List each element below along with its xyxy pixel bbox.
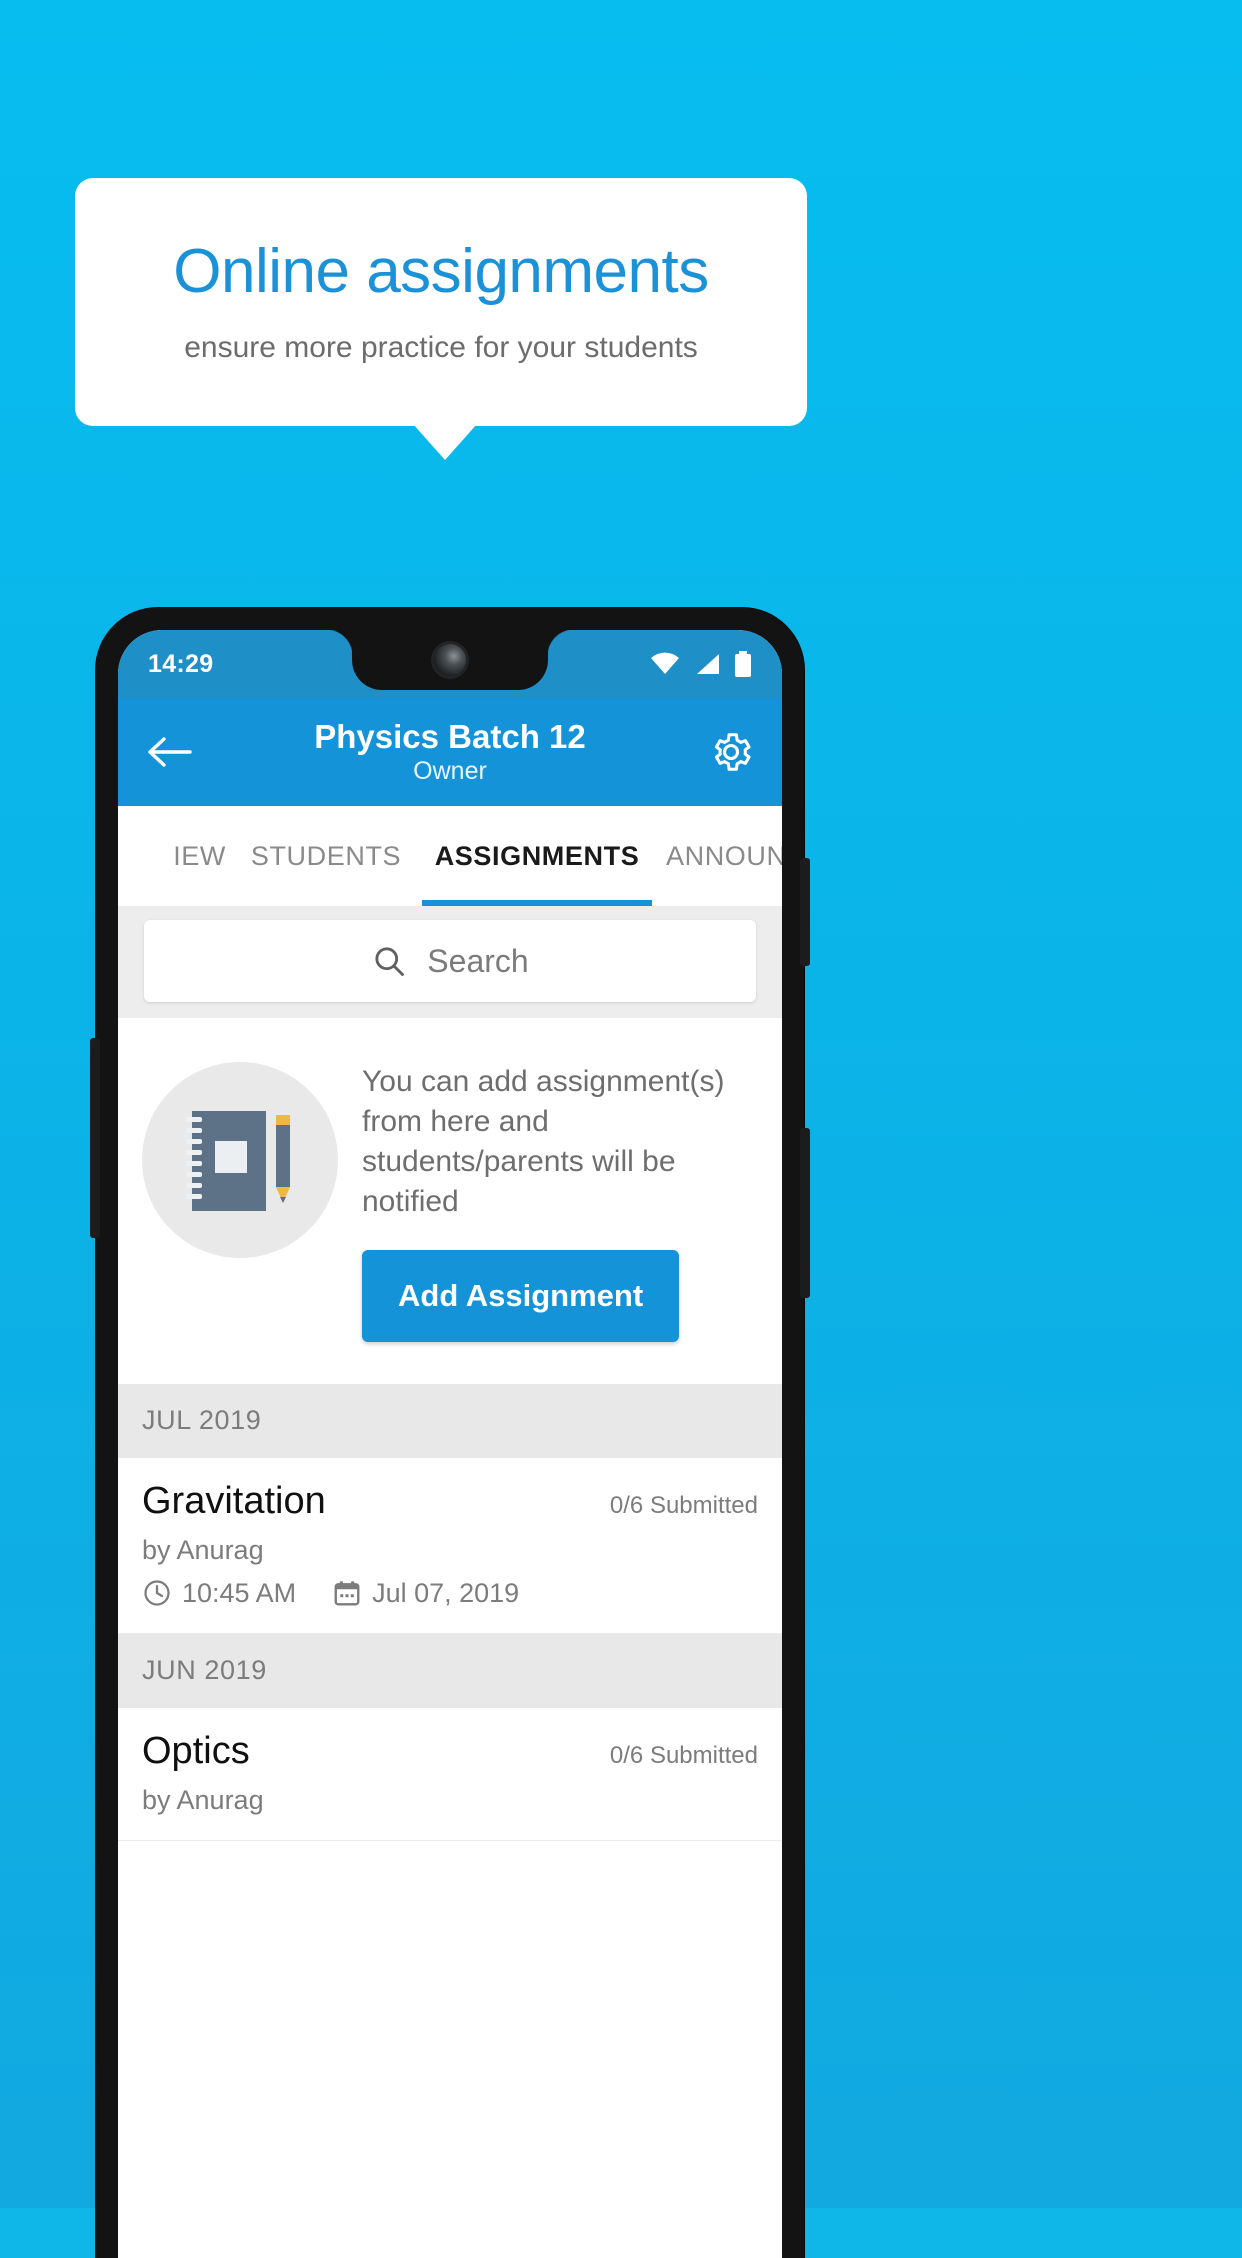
gear-icon xyxy=(708,729,754,775)
assignment-row-header: Optics 0/6 Submitted xyxy=(142,1730,758,1773)
assignment-author: by Anurag xyxy=(142,1784,264,1815)
phone-button-volume xyxy=(800,1128,810,1298)
calendar-icon xyxy=(332,1578,362,1608)
status-icons xyxy=(650,651,752,677)
tab-bar[interactable]: IEW STUDENTS ASSIGNMENTS ANNOUNCEM xyxy=(118,806,782,906)
front-camera xyxy=(434,644,466,676)
month-header-jun: JUN 2019 xyxy=(118,1633,782,1708)
empty-state: You can add assignment(s) from here and … xyxy=(118,1018,782,1384)
phone-notch xyxy=(326,630,574,690)
search-placeholder: Search xyxy=(427,942,529,979)
status-time: 14:29 xyxy=(148,649,214,678)
month-header-jul: JUL 2019 xyxy=(118,1383,782,1458)
assignment-title: Optics xyxy=(142,1729,250,1772)
assignment-date: Jul 07, 2019 xyxy=(372,1577,520,1608)
assignment-row-header: Gravitation 0/6 Submitted xyxy=(142,1480,758,1523)
app-bar-titles: Physics Batch 12 Owner xyxy=(118,718,782,787)
promo-bubble-tail xyxy=(413,424,477,460)
add-assignment-button[interactable]: Add Assignment xyxy=(362,1249,680,1342)
search-section: Search xyxy=(118,906,782,1018)
back-arrow-icon xyxy=(146,734,192,770)
phone-button-power xyxy=(800,858,810,966)
search-icon xyxy=(371,943,407,979)
phone-screen: 14:29 Physics Batch 12 Owner IEW STUDENT… xyxy=(118,630,782,2258)
tab-students[interactable]: STUDENTS xyxy=(230,806,422,906)
table-row[interactable]: Optics 0/6 Submitted by Anurag xyxy=(118,1707,782,1841)
promo-subtitle: ensure more practice for your students xyxy=(184,330,698,364)
notebook-pencil-icon xyxy=(178,1101,302,1219)
page-title: Physics Batch 12 xyxy=(314,717,586,755)
assignment-author: by Anurag xyxy=(142,1534,264,1565)
table-row[interactable]: Gravitation 0/6 Submitted by Anurag 10:4… xyxy=(118,1457,782,1634)
tab-announcements[interactable]: ANNOUNCEM xyxy=(652,806,782,906)
tab-assignments[interactable]: ASSIGNMENTS xyxy=(422,806,652,906)
app-bar: Physics Batch 12 Owner xyxy=(118,698,782,806)
signal-icon xyxy=(693,652,721,676)
assignment-title: Gravitation xyxy=(142,1479,326,1522)
promo-title: Online assignments xyxy=(173,237,709,307)
assignment-time: 10:45 AM xyxy=(182,1577,297,1608)
empty-state-content: You can add assignment(s) from here and … xyxy=(362,1056,756,1342)
clock-icon xyxy=(142,1578,172,1608)
battery-icon xyxy=(734,651,752,677)
page-subtitle: Owner xyxy=(413,757,487,786)
phone-mockup: 14:29 Physics Batch 12 Owner IEW STUDENT… xyxy=(90,608,810,2258)
status-bar: 14:29 xyxy=(118,630,782,698)
back-button[interactable] xyxy=(146,734,192,770)
assignment-meta: 10:45 AM Jul 07, 2019 xyxy=(142,1578,758,1609)
promo-bubble: Online assignments ensure more practice … xyxy=(75,178,807,426)
assignment-submitted-count: 0/6 Submitted xyxy=(609,1491,758,1519)
phone-button-side xyxy=(90,1038,100,1238)
wifi-icon xyxy=(650,652,680,676)
assignment-submitted-count: 0/6 Submitted xyxy=(609,1741,758,1769)
settings-button[interactable] xyxy=(708,729,754,775)
empty-state-text: You can add assignment(s) from here and … xyxy=(362,1065,725,1218)
tab-overview[interactable]: IEW xyxy=(118,806,230,906)
search-input[interactable]: Search xyxy=(144,920,756,1002)
empty-state-illustration xyxy=(142,1062,338,1258)
